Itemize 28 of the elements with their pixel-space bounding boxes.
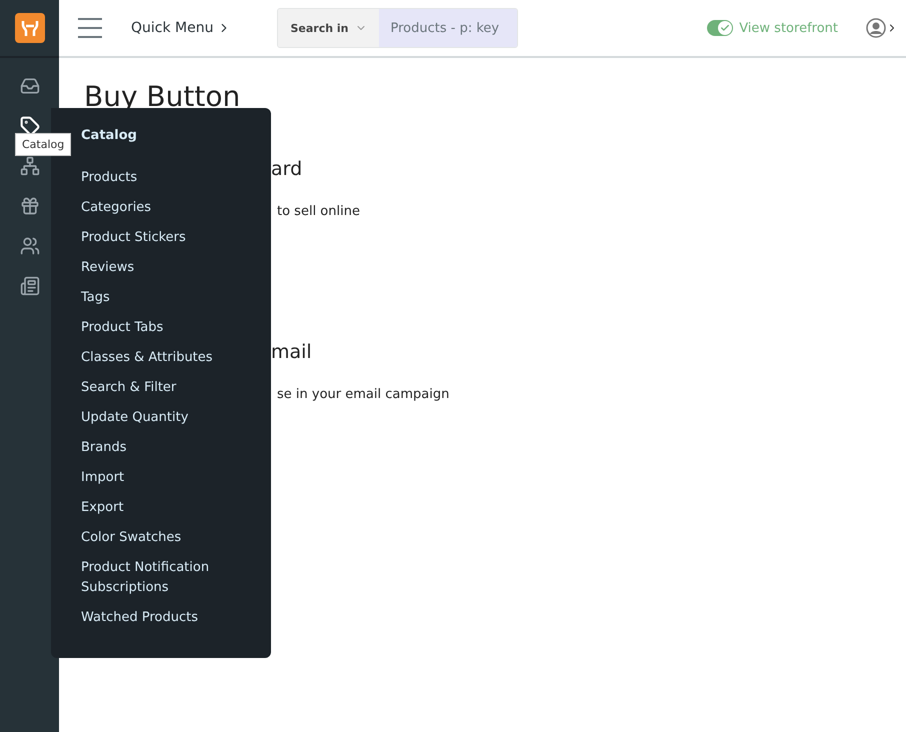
- toggle-switch[interactable]: [707, 20, 734, 36]
- tooltip: Catalog: [15, 133, 72, 156]
- flyout-menu-item[interactable]: Product Notification Subscriptions: [81, 553, 251, 603]
- check-icon: [720, 23, 730, 33]
- flyout-menu-item[interactable]: Watched Products: [81, 603, 251, 633]
- section-text: se in your email campaign: [277, 387, 450, 402]
- logo-icon[interactable]: [14, 13, 44, 43]
- flyout-menu-item[interactable]: Import: [81, 463, 251, 493]
- flyout-menu-item[interactable]: Color Swatches: [81, 523, 251, 553]
- flyout-menu-item[interactable]: Tags: [81, 283, 251, 313]
- flyout-menu-item[interactable]: Products: [81, 163, 251, 193]
- flyout-menu-item[interactable]: Product Stickers: [81, 223, 251, 253]
- flyout-menu-item[interactable]: Brands: [81, 433, 251, 463]
- flyout-menu-item[interactable]: Export: [81, 493, 251, 523]
- user-avatar-icon: [866, 18, 886, 38]
- section-heading: mail: [271, 341, 313, 363]
- flyout-title: Catalog: [81, 128, 138, 143]
- menu-icon[interactable]: [78, 18, 102, 38]
- quick-menu-button[interactable]: Quick Menu: [131, 20, 232, 36]
- flyout-menu-item[interactable]: Categories: [81, 193, 251, 223]
- flyout-menu-item[interactable]: Search & Filter: [81, 373, 251, 403]
- page-title: Buy Button: [84, 80, 242, 114]
- section-text: to sell online: [277, 204, 361, 219]
- flyout-menu-item[interactable]: Update Quantity: [81, 403, 251, 433]
- flyout-menu-item[interactable]: Product Tabs: [81, 313, 251, 343]
- flyout-menu-item[interactable]: Classes & Attributes: [81, 343, 251, 373]
- flyout-menu-item[interactable]: Reviews: [81, 253, 251, 283]
- section-heading: ard: [271, 158, 304, 180]
